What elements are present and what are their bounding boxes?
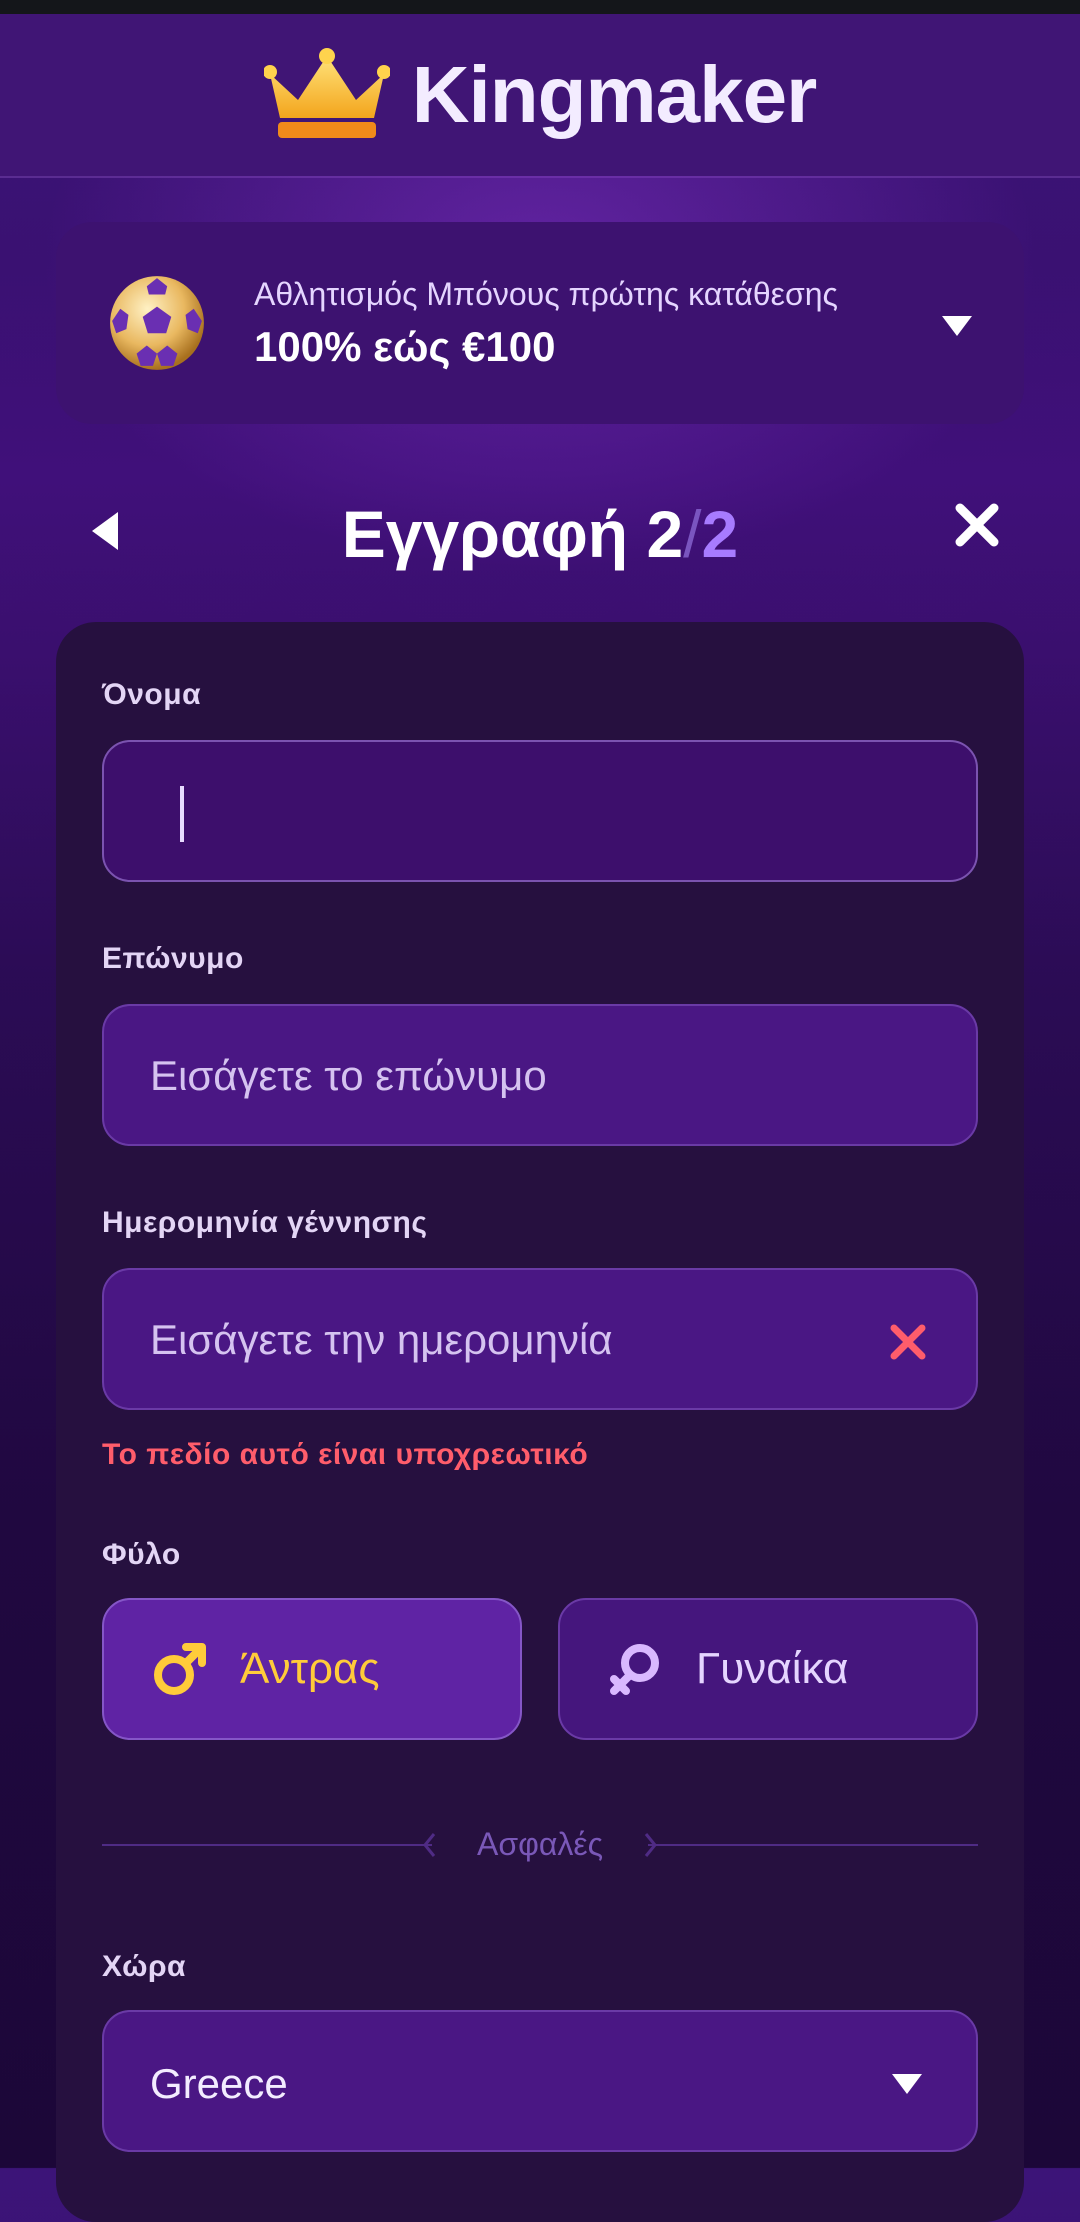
step-header: Εγγραφή 2/2 bbox=[0, 490, 1080, 580]
gender-female-option[interactable]: Γυναίκα bbox=[558, 1598, 978, 1740]
gender-male-label: Άντρας bbox=[240, 1644, 380, 1693]
chevron-down-icon[interactable] bbox=[940, 314, 974, 338]
crown-icon bbox=[263, 48, 390, 138]
first-name-field[interactable] bbox=[102, 740, 978, 882]
male-icon bbox=[154, 1643, 206, 1695]
last-name-label: Επώνυμο bbox=[102, 942, 244, 975]
divider-line-right bbox=[648, 1844, 978, 1846]
first-name-label: Όνομα bbox=[102, 678, 202, 711]
gender-female-label: Γυναίκα bbox=[696, 1644, 849, 1693]
step-current: Εγγραφή 2 bbox=[341, 497, 684, 571]
bonus-banner[interactable]: Αθλητισμός Μπόνους πρώτης κατάθεσης 100%… bbox=[56, 222, 1024, 424]
bonus-title: 100% εώς €100 bbox=[254, 322, 556, 370]
secure-divider: Ασφαλές bbox=[102, 1822, 978, 1872]
chevron-down-icon bbox=[892, 2074, 922, 2094]
country-select[interactable]: Greece bbox=[102, 2010, 978, 2152]
country-label: Χώρα bbox=[102, 1950, 186, 1983]
logo[interactable]: Kingmaker bbox=[263, 48, 817, 142]
birth-date-placeholder: Εισάγετε την ημερομηνία bbox=[150, 1316, 613, 1363]
last-name-field[interactable]: Εισάγετε το επώνυμο bbox=[102, 1004, 978, 1146]
female-icon bbox=[610, 1644, 659, 1695]
app-name: Kingmaker bbox=[411, 50, 817, 139]
last-name-placeholder: Εισάγετε το επώνυμο bbox=[150, 1052, 547, 1099]
text-cursor bbox=[180, 786, 184, 842]
soccer-ball-icon bbox=[110, 276, 204, 370]
bonus-subtitle: Αθλητισμός Μπόνους πρώτης κατάθεσης bbox=[254, 275, 838, 312]
birth-date-field[interactable]: Εισάγετε την ημερομηνία bbox=[102, 1268, 978, 1410]
gender-label: Φύλο bbox=[102, 1538, 181, 1571]
clear-icon[interactable] bbox=[888, 1322, 928, 1362]
step-title: Εγγραφή 2/2 bbox=[0, 496, 1080, 572]
gender-male-option[interactable]: Άντρας bbox=[102, 1598, 522, 1740]
birth-date-error: Το πεδίο αυτό είναι υποχρεωτικό bbox=[102, 1438, 589, 1471]
step-total: 2 bbox=[701, 497, 739, 571]
birth-date-label: Ημερομηνία γέννησης bbox=[102, 1206, 428, 1239]
country-value: Greece bbox=[150, 2060, 288, 2107]
close-icon[interactable] bbox=[952, 500, 1002, 550]
step-slash: / bbox=[683, 497, 702, 571]
status-strip bbox=[0, 0, 1080, 14]
app-header: Kingmaker bbox=[0, 14, 1080, 178]
